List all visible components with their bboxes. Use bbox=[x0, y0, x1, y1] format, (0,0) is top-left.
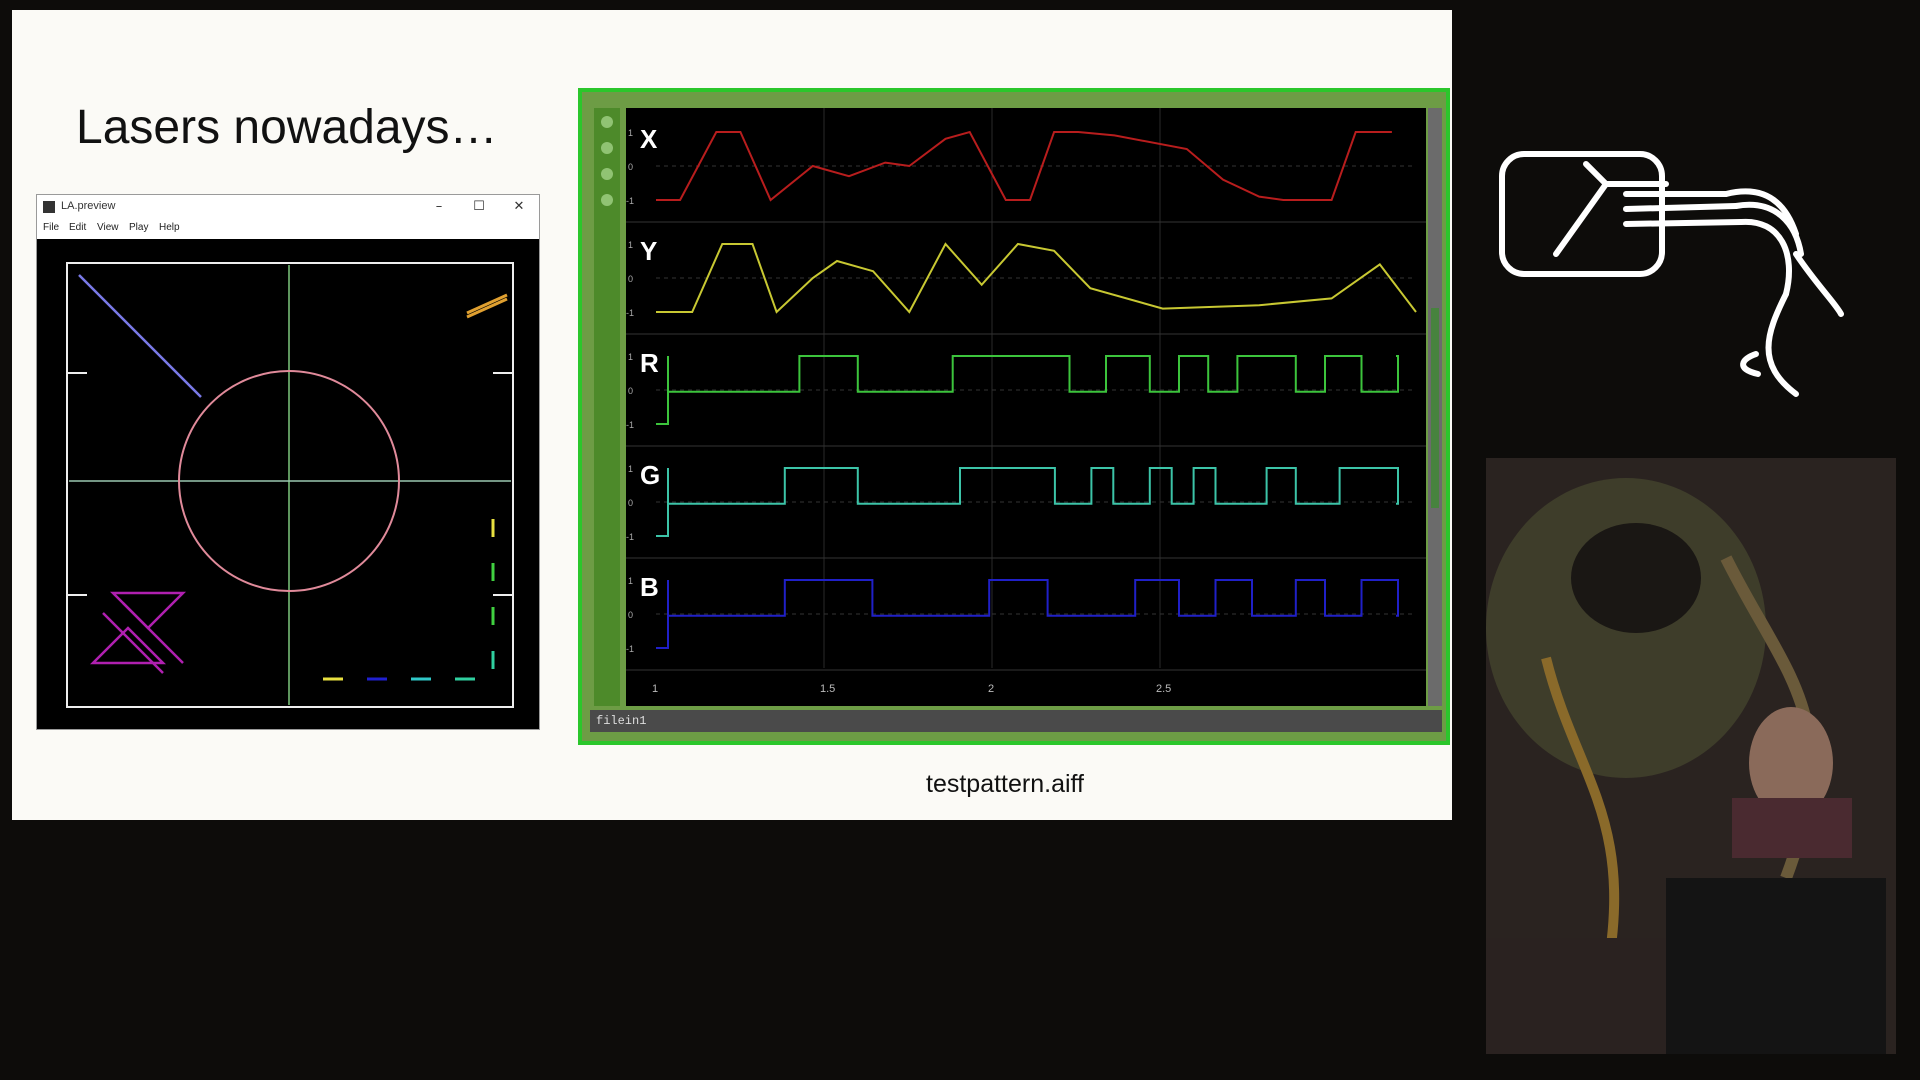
pattern-diagonal-line bbox=[78, 274, 202, 398]
channel-tick-top: 1 bbox=[628, 128, 633, 138]
waveform-toolbar bbox=[594, 108, 620, 706]
x-tick-label: 2.5 bbox=[1156, 683, 1171, 695]
waveform-plot[interactable]: X10-1Y10-1R10-1G10-1B10-11 1.5 2 2.5 bbox=[626, 108, 1426, 706]
hand-icon[interactable] bbox=[601, 194, 613, 206]
waveform-scrollbar-thumb[interactable] bbox=[1431, 308, 1439, 508]
pattern-orange-bar-2 bbox=[466, 297, 508, 319]
speaker-video-frame bbox=[1486, 458, 1896, 1054]
menu-edit[interactable]: Edit bbox=[69, 222, 86, 233]
target-icon[interactable] bbox=[601, 116, 613, 128]
menu-play[interactable]: Play bbox=[129, 222, 148, 233]
slide-title: Lasers nowadays… bbox=[76, 101, 498, 154]
speaker-webcam-feed bbox=[1486, 458, 1896, 1054]
channel-tick-bottom: -1 bbox=[626, 196, 634, 206]
channel-label-r: R bbox=[640, 348, 659, 378]
channel-tick-bottom: -1 bbox=[626, 644, 634, 654]
curve-icon[interactable] bbox=[601, 142, 613, 154]
laser-cable-logo-icon bbox=[1499, 151, 1844, 397]
channel-tick-top: 1 bbox=[628, 576, 633, 586]
channel-tick-bottom: -1 bbox=[626, 420, 634, 430]
laser-test-pattern-canvas bbox=[37, 239, 539, 729]
channel-tick-mid: 0 bbox=[628, 386, 633, 396]
preview-titlebar[interactable]: LA.preview – ☐ ✕ bbox=[37, 195, 539, 219]
channel-tick-top: 1 bbox=[628, 352, 633, 362]
pattern-color-dashes bbox=[323, 519, 495, 681]
channel-tick-bottom: -1 bbox=[626, 308, 634, 318]
menu-help[interactable]: Help bbox=[159, 222, 180, 233]
channel-label-y: Y bbox=[640, 236, 657, 266]
operator-name-label: filein1 bbox=[596, 714, 647, 728]
waveform-footer: filein1 bbox=[590, 710, 1442, 732]
preview-window-title: LA.preview bbox=[61, 200, 116, 212]
laser-preview-window[interactable]: LA.preview – ☐ ✕ File Edit View Play Hel… bbox=[36, 194, 540, 730]
channel-tick-mid: 0 bbox=[628, 274, 633, 284]
app-icon bbox=[43, 201, 55, 213]
waveform-scrollbar[interactable] bbox=[1428, 108, 1442, 706]
channel-tick-mid: 0 bbox=[628, 610, 633, 620]
pattern-orange-bar bbox=[466, 293, 508, 315]
preview-menubar: File Edit View Play Help bbox=[37, 219, 539, 237]
x-tick-label: 2 bbox=[988, 683, 994, 695]
channel-tick-top: 1 bbox=[628, 464, 633, 474]
channel-tick-top: 1 bbox=[628, 240, 633, 250]
pattern-hourglass bbox=[89, 591, 187, 674]
channel-tick-bottom: -1 bbox=[626, 532, 634, 542]
channel-label-x: X bbox=[640, 124, 658, 154]
channel-label-b: B bbox=[640, 572, 659, 602]
arrow-right-icon[interactable] bbox=[601, 168, 613, 180]
x-tick-label: 1.5 bbox=[820, 683, 835, 695]
menu-file[interactable]: File bbox=[43, 222, 59, 233]
maximize-button[interactable]: ☐ bbox=[461, 197, 497, 217]
waveform-panel-body: X 1 0 -1 Y 1 0 -1 R 1 0 -1 G 1 0 -1 B 1 0 -1 1 1.5 2 2.5 filein… bbox=[582, 92, 1446, 741]
channel-tick-mid: 0 bbox=[628, 162, 633, 172]
waveform-panel[interactable]: X 1 0 -1 Y 1 0 -1 R 1 0 -1 G 1 0 -1 B 1 0 -1 1 1.5 2 2.5 filein… bbox=[578, 88, 1450, 745]
close-button[interactable]: ✕ bbox=[501, 197, 537, 217]
presentation-slide: Lasers nowadays… LA.preview – ☐ ✕ File E… bbox=[12, 10, 1452, 820]
menu-view[interactable]: View bbox=[97, 222, 119, 233]
channel-tick-mid: 0 bbox=[628, 498, 633, 508]
x-tick-label: 1 bbox=[652, 683, 658, 695]
channel-label-g: G bbox=[640, 460, 660, 490]
minimize-button[interactable]: – bbox=[421, 197, 457, 217]
slide-caption: testpattern.aiff bbox=[926, 770, 1084, 798]
